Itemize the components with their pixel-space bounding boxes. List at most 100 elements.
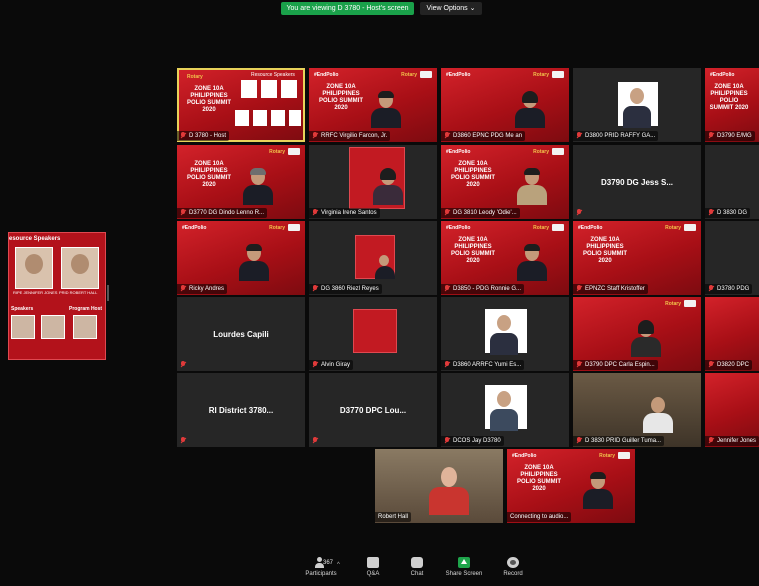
rotary-logo-icon: Rotary	[269, 225, 285, 231]
video-tile[interactable]: Lourdes Capili	[177, 297, 305, 371]
endpolio-tag: #EndPolio	[446, 72, 471, 78]
chevron-up-icon[interactable]: ^	[337, 562, 340, 568]
participant-video	[243, 168, 273, 205]
chat-button[interactable]: Chat	[395, 557, 439, 585]
participant-name: Virginia Irene Santos	[309, 208, 380, 218]
partner-logo-icon	[420, 71, 432, 78]
video-tile[interactable]: Alvin Giray	[309, 297, 437, 371]
video-tile[interactable]: #EndPolio Rotary ZONE 10A PHILIPPINES PO…	[309, 68, 437, 142]
muted-mic-icon	[576, 209, 582, 216]
video-tile[interactable]: #EndPolio Rotary D3860 EPNC PDG Me an	[441, 68, 569, 142]
top-bar: You are viewing D 3780 - Host's screen V…	[0, 0, 759, 16]
muted-mic-icon	[312, 209, 318, 216]
muted-mic-icon	[708, 209, 714, 216]
share-screen-icon	[458, 557, 470, 568]
panel-resize-handle[interactable]	[107, 285, 109, 301]
partner-logo-icon	[618, 452, 630, 459]
video-tile[interactable]: D3860 ARRFC Yumi Es...	[441, 297, 569, 371]
participant-photo	[618, 82, 658, 128]
video-tile[interactable]: Jennifer Jones	[705, 373, 759, 447]
participant-name: Connecting to audio...	[507, 512, 572, 522]
video-tile[interactable]: D 3830 PRID Guiller Tuma...	[573, 373, 701, 447]
poster-title: ZONE 10A PHILIPPINES POLIO SUMMIT 2020	[319, 84, 363, 111]
video-tile[interactable]: D3800 PRID RAFFY GA...	[573, 68, 701, 142]
muted-mic-icon	[444, 361, 450, 368]
participants-count: 367	[323, 560, 334, 566]
record-label: Record	[503, 571, 523, 577]
muted-mic-icon	[444, 437, 450, 444]
profile-picture	[353, 309, 397, 353]
muted-mic-icon	[576, 361, 582, 368]
shared-screen-thumbnail[interactable]: esource Speakers RIPE JENNIFER JONES PRI…	[8, 232, 106, 360]
muted-mic-icon	[576, 437, 582, 444]
rotary-logo-icon: Rotary	[269, 149, 285, 155]
video-tile[interactable]: D3780 PDG	[705, 221, 759, 295]
participant-video	[517, 168, 547, 205]
partner-logo-icon	[552, 148, 564, 155]
video-tile[interactable]: #EndPolio Rotary ZONE 10A PHILIPPINES PO…	[507, 449, 635, 523]
video-tile[interactable]: Robert Hall	[375, 449, 503, 523]
participant-name: D3800 PRID RAFFY GA...	[573, 131, 659, 141]
participants-label: Participants	[305, 571, 337, 577]
chat-icon	[411, 557, 423, 568]
poster-title: ZONE 10A PHILIPPINES POLIO SUMMIT 2020	[187, 86, 231, 113]
chat-label: Chat	[410, 571, 424, 577]
video-tile[interactable]: Rotary ZONE 10A PHILIPPINES POLIO SUMMIT…	[177, 68, 305, 142]
participant-photo	[485, 309, 527, 355]
participant-name: Robert Hall	[375, 512, 412, 522]
speaker-photo	[281, 80, 297, 98]
rotary-logo-icon: Rotary	[533, 72, 549, 78]
rotary-logo-icon: Rotary	[187, 74, 203, 80]
participant-video	[517, 244, 547, 281]
video-tile[interactable]: DG 3860 Riezl Reyes	[309, 221, 437, 295]
rotary-logo-icon: Rotary	[665, 225, 681, 231]
speaker-photo	[15, 247, 53, 289]
muted-mic-icon	[180, 437, 186, 444]
endpolio-tag: #EndPolio	[446, 149, 471, 155]
partner-logo-icon	[288, 148, 300, 155]
participant-name: D 3830 PRID Guiller Tuma...	[573, 436, 665, 446]
shared-screen-title: esource Speakers	[9, 236, 61, 242]
share-screen-button[interactable]: Share Screen	[442, 557, 486, 585]
poster-title: ZONE 10A PHILIPPINES POLIO SUMMIT 2020	[517, 465, 561, 492]
resource-speakers-label: Resource Speakers	[251, 72, 295, 78]
record-icon	[507, 557, 519, 568]
poster-title: ZONE 10A PHILIPPINES POLIO SUMMIT 2020	[583, 237, 627, 264]
participant-name-placeholder: RI District 3780...	[208, 405, 274, 415]
video-tile[interactable]: #EndPolio Rotary ZONE 10A PHILIPPINES PO…	[441, 145, 569, 219]
view-options-button[interactable]: View Options ⌄	[420, 2, 482, 15]
endpolio-tag: #EndPolio	[578, 225, 603, 231]
video-tile[interactable]: DCOS Jay D3780	[441, 373, 569, 447]
video-tile[interactable]: D 3830 DG	[705, 145, 759, 219]
video-tile[interactable]: Virginia Irene Santos	[309, 145, 437, 219]
meeting-toolbar: 367 ^ Participants Q&A Chat Share Screen…	[0, 555, 759, 586]
speaker-caption: RIPE JENNIFER JONES	[13, 290, 58, 295]
video-tile[interactable]: #EndPolio ZONE 10A PHILIPPINES POLIO SUM…	[705, 68, 759, 142]
video-tile[interactable]: Rotary D3790 DPC Carla Espin...	[573, 297, 701, 371]
video-tile[interactable]: #EndPolio Rotary Ricky Andres	[177, 221, 305, 295]
video-tile[interactable]: D3820 DPC	[705, 297, 759, 371]
video-tile[interactable]: D3790 DG Jess S...	[573, 145, 701, 219]
participant-name: D3860 EPNC PDG Me an	[441, 131, 526, 141]
video-tile[interactable]: Rotary ZONE 10A PHILIPPINES POLIO SUMMIT…	[177, 145, 305, 219]
partner-logo-icon	[552, 224, 564, 231]
muted-mic-icon	[708, 361, 714, 368]
poster-title: ZONE 10A PHILIPPINES POLIO SUMMIT 2020	[451, 161, 495, 188]
video-tile[interactable]: RI District 3780...	[177, 373, 305, 447]
qa-button[interactable]: Q&A	[351, 557, 395, 585]
viewing-host-screen-badge[interactable]: You are viewing D 3780 - Host's screen	[281, 2, 414, 15]
video-tile[interactable]: D3770 DPC Lou...	[309, 373, 437, 447]
participants-button[interactable]: 367 ^ Participants	[296, 557, 346, 585]
rotary-logo-icon: Rotary	[599, 453, 615, 459]
record-button[interactable]: Record	[491, 557, 535, 585]
endpolio-tag: #EndPolio	[182, 225, 207, 231]
participant-name: DG 3810 Leody 'Odie'...	[441, 208, 520, 218]
muted-mic-icon	[576, 285, 582, 292]
participant-name: EPNZC Staff Kristoffer	[573, 284, 648, 294]
poster-title: ZONE 10A PHILIPPINES POLIO SUMMIT 2020	[709, 84, 749, 111]
video-tile[interactable]: #EndPolio Rotary ZONE 10A PHILIPPINES PO…	[573, 221, 701, 295]
endpolio-tag: #EndPolio	[446, 225, 471, 231]
video-tile[interactable]: #EndPolio Rotary ZONE 10A PHILIPPINES PO…	[441, 221, 569, 295]
muted-mic-icon	[708, 132, 714, 139]
qa-label: Q&A	[366, 571, 380, 577]
